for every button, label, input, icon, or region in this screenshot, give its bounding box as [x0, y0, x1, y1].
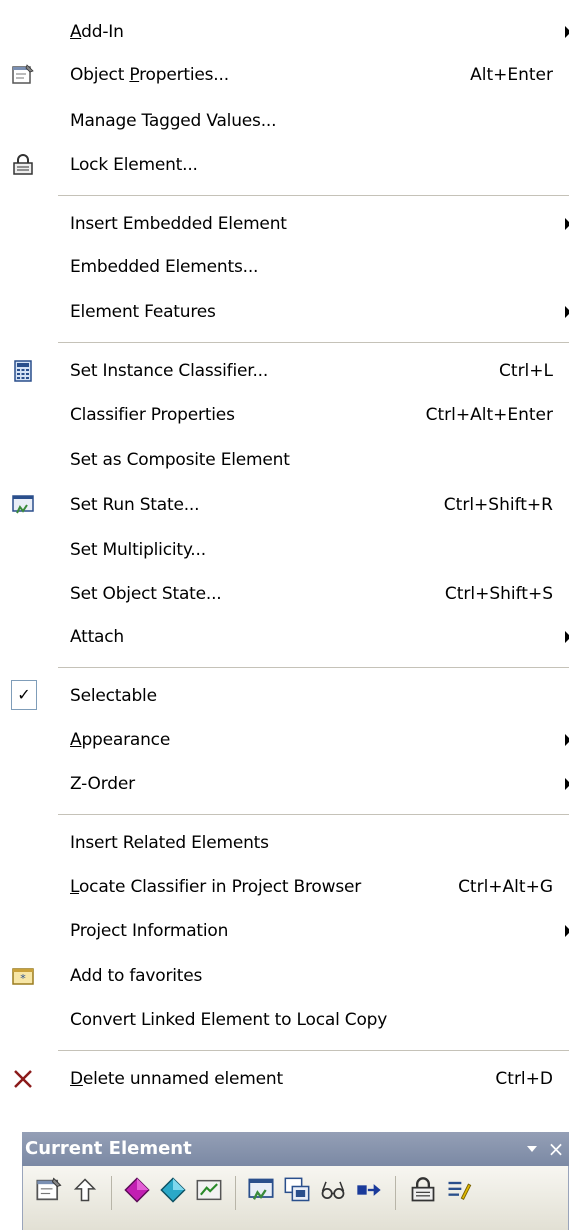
toolbar-separator — [395, 1176, 396, 1210]
menu-item-appearance[interactable]: Appearance — [0, 717, 569, 763]
menu-item-insert-related-elements[interactable]: Insert Related Elements — [0, 820, 569, 866]
child-diagram-icon[interactable] — [283, 1176, 311, 1204]
context-menu: Add-In Object Properties... Alt+Enter Ma… — [0, 0, 569, 1098]
menu-separator — [58, 667, 569, 669]
toolbar-separator — [111, 1176, 112, 1210]
menu-item-shortcut: Ctrl+Shift+S — [444, 584, 553, 604]
menu-item-label: Set Instance Classifier... — [70, 361, 269, 381]
lock-icon — [13, 154, 33, 175]
close-button[interactable]: × — [545, 1132, 567, 1166]
menu-item-label: Set Object State... — [70, 584, 222, 604]
menu-item-shortcut: Ctrl+L — [499, 361, 553, 381]
menu-item-label: Z-Order — [70, 774, 135, 794]
menu-separator — [58, 195, 569, 197]
menu-item-locate-classifier[interactable]: Locate Classifier in Project Browser Ctr… — [0, 864, 569, 910]
menu-item-insert-embedded-element[interactable]: Insert Embedded Element — [0, 201, 569, 247]
glasses-icon[interactable] — [319, 1176, 347, 1204]
toolbar-separator — [235, 1176, 236, 1210]
svg-text:*: * — [20, 972, 26, 985]
menu-separator — [58, 814, 569, 816]
menu-item-label: Attach — [70, 627, 125, 647]
submenu-arrow-icon — [565, 306, 569, 318]
menu-item-label: Lock Element... — [70, 155, 198, 175]
run-state-icon — [12, 495, 34, 514]
menu-item-label: Add-In — [70, 22, 124, 42]
submenu-arrow-icon — [565, 734, 569, 746]
menu-item-label: Set Multiplicity... — [70, 540, 206, 560]
menu-item-add-to-favorites[interactable]: * Add to favorites — [0, 953, 569, 999]
menu-item-convert-linked-element[interactable]: Convert Linked Element to Local Copy — [0, 997, 569, 1043]
submenu-arrow-icon — [565, 778, 569, 790]
notes-icon[interactable] — [445, 1176, 473, 1204]
menu-item-label: Project Information — [70, 921, 229, 941]
menu-separator — [58, 342, 569, 344]
menu-separator — [58, 1050, 569, 1052]
favorites-icon: * — [12, 968, 34, 985]
menu-item-set-object-state[interactable]: Set Object State... Ctrl+Shift+S — [0, 571, 569, 617]
window-title: Current Element — [25, 1138, 192, 1159]
menu-item-manage-tagged-values[interactable]: Manage Tagged Values... — [0, 98, 569, 144]
properties-icon[interactable] — [35, 1176, 63, 1204]
menu-item-label: Embedded Elements... — [70, 257, 259, 277]
menu-item-label: Locate Classifier in Project Browser — [70, 877, 362, 897]
menu-item-label: Object Properties... — [70, 65, 229, 85]
menu-item-z-order[interactable]: Z-Order — [0, 761, 569, 807]
menu-item-delete-element[interactable]: Delete unnamed element Ctrl+D — [0, 1056, 569, 1102]
menu-item-label: Classifier Properties — [70, 405, 235, 425]
blue-gem-icon[interactable] — [159, 1176, 187, 1204]
submenu-arrow-icon — [565, 218, 569, 230]
menu-item-label: Delete unnamed element — [70, 1069, 283, 1089]
menu-item-set-instance-classifier[interactable]: Set Instance Classifier... Ctrl+L — [0, 348, 569, 394]
menu-item-element-features[interactable]: Element Features — [0, 289, 569, 335]
dropdown-arrow-icon[interactable] — [527, 1146, 537, 1152]
menu-item-lock-element[interactable]: Lock Element... — [0, 142, 569, 188]
delete-icon — [14, 1070, 32, 1088]
menu-item-selectable[interactable]: ✓ Selectable — [0, 673, 569, 719]
magenta-gem-icon[interactable] — [123, 1176, 151, 1204]
submenu-arrow-icon — [565, 925, 569, 937]
menu-item-shortcut: Ctrl+D — [495, 1069, 553, 1089]
menu-item-label: Set Run State... — [70, 495, 200, 515]
menu-item-shortcut: Ctrl+Shift+R — [443, 495, 553, 515]
check-icon: ✓ — [11, 680, 37, 710]
menu-item-shortcut: Alt+Enter — [470, 65, 553, 85]
menu-item-label: Manage Tagged Values... — [70, 111, 277, 131]
menu-item-set-multiplicity[interactable]: Set Multiplicity... — [0, 527, 569, 573]
up-arrow-icon[interactable] — [71, 1176, 99, 1204]
menu-item-label: Insert Related Elements — [70, 833, 269, 853]
menu-item-embedded-elements[interactable]: Embedded Elements... — [0, 244, 569, 290]
current-element-window: Current Element × — [22, 1132, 569, 1230]
menu-item-add-in[interactable]: Add-In — [0, 9, 569, 55]
menu-item-attach[interactable]: Attach — [0, 614, 569, 660]
menu-item-shortcut: Ctrl+Alt+Enter — [425, 405, 553, 425]
link-arrow-icon[interactable] — [355, 1176, 383, 1204]
menu-item-label: Appearance — [70, 730, 171, 750]
menu-item-project-information[interactable]: Project Information — [0, 908, 569, 954]
menu-item-label: Set as Composite Element — [70, 450, 290, 470]
menu-item-classifier-properties[interactable]: Classifier Properties Ctrl+Alt+Enter — [0, 392, 569, 438]
menu-item-label: Add to favorites — [70, 966, 203, 986]
window-title-bar[interactable]: Current Element × — [22, 1132, 569, 1166]
classifier-icon — [14, 360, 32, 382]
menu-item-label: Insert Embedded Element — [70, 214, 287, 234]
submenu-arrow-icon — [565, 26, 569, 38]
menu-item-label: Element Features — [70, 302, 216, 322]
properties-icon — [12, 64, 34, 84]
edit-diagram-icon[interactable] — [195, 1176, 223, 1204]
menu-item-label: Selectable — [70, 686, 157, 706]
menu-item-object-properties[interactable]: Object Properties... Alt+Enter — [0, 52, 569, 98]
submenu-arrow-icon — [565, 631, 569, 643]
element-toolbar — [22, 1166, 569, 1230]
run-state-icon[interactable] — [247, 1176, 275, 1204]
menu-item-label: Convert Linked Element to Local Copy — [70, 1010, 388, 1030]
lock-icon[interactable] — [409, 1176, 437, 1204]
menu-item-set-as-composite-element[interactable]: Set as Composite Element — [0, 437, 569, 483]
menu-item-set-run-state[interactable]: Set Run State... Ctrl+Shift+R — [0, 482, 569, 528]
menu-item-shortcut: Ctrl+Alt+G — [458, 877, 553, 897]
